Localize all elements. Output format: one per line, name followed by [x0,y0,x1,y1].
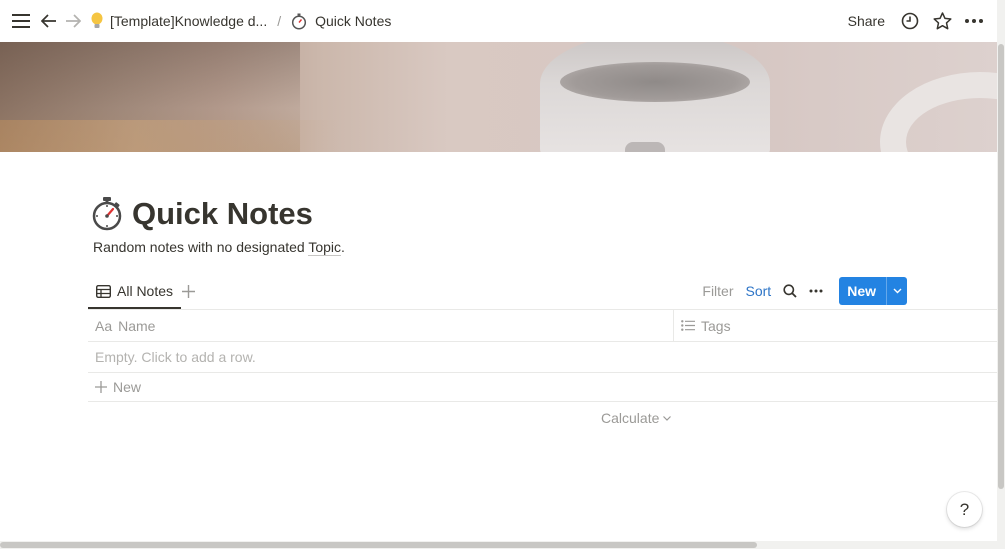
page-header: Quick Notes [92,196,313,232]
column-label: Name [118,317,156,334]
back-arrow-icon[interactable] [38,10,60,32]
more-view-options-icon[interactable] [809,289,823,293]
column-header-name[interactable]: Aa Name [88,309,674,342]
top-bar: [Template]Knowledge d... / Quick Notes S… [0,0,997,42]
table-header-row: Aa Name Tags [88,309,997,342]
add-view-icon[interactable] [182,282,195,303]
star-icon[interactable] [931,10,953,32]
chevron-down-icon[interactable] [887,288,907,294]
breadcrumb-separator: / [277,13,282,29]
search-icon[interactable] [783,284,797,298]
help-button[interactable]: ? [947,492,982,527]
cover-mug-handle [625,142,665,152]
stopwatch-icon [291,13,307,30]
filter-button[interactable]: Filter [702,283,733,299]
description-text: Random notes with no designated [93,239,309,255]
add-row-label: New [113,379,142,395]
description-suffix: . [341,239,345,255]
database-view-bar: All Notes Filter Sort New [88,275,997,309]
menu-icon[interactable] [10,10,32,32]
navigation-group: [Template]Knowledge d... / Quick Notes [10,10,391,32]
vertical-scrollbar-thumb[interactable] [998,44,1004,489]
breadcrumb-parent[interactable]: [Template]Knowledge d... [110,13,267,29]
cover-saucer [880,72,997,152]
column-label: Tags [701,317,731,334]
text-property-icon: Aa [95,317,113,334]
list-icon [681,320,695,331]
new-button[interactable]: New [839,277,907,305]
add-row-button[interactable]: New [88,372,997,402]
horizontal-scrollbar-thumb[interactable] [0,542,757,548]
table-icon [96,284,111,298]
page-description[interactable]: Random notes with no designated Topic. [93,239,345,256]
cover-table-surface [0,120,340,152]
view-actions: Filter Sort New [702,277,907,305]
empty-table-message[interactable]: Empty. Click to add a row. [88,341,997,372]
page-title[interactable]: Quick Notes [132,196,313,232]
forward-arrow-icon[interactable] [62,10,84,32]
calculate-button[interactable]: Calculate [601,410,672,426]
database-table: Aa Name Tags Empty. Click to add a row. … [88,309,997,402]
column-header-tags[interactable]: Tags [674,310,731,342]
breadcrumb-current[interactable]: Quick Notes [315,13,391,29]
new-button-label[interactable]: New [839,277,887,305]
tab-label: All Notes [117,283,174,299]
plus-icon [95,381,107,393]
cover-mug-rim [560,62,750,102]
clock-icon[interactable] [899,10,921,32]
sort-button[interactable]: Sort [746,283,772,299]
breadcrumb: [Template]Knowledge d... / Quick Notes [90,12,391,30]
share-button[interactable]: Share [848,13,885,29]
topic-link[interactable]: Topic [308,239,342,256]
lightbulb-icon [90,12,104,30]
stopwatch-icon[interactable] [92,197,122,231]
calculate-label: Calculate [601,410,660,426]
tab-all-notes[interactable]: All Notes [88,275,182,309]
cover-image[interactable] [0,42,997,152]
topbar-actions: Share [848,0,997,42]
more-options-icon[interactable] [963,10,985,32]
chevron-down-icon [663,415,672,421]
